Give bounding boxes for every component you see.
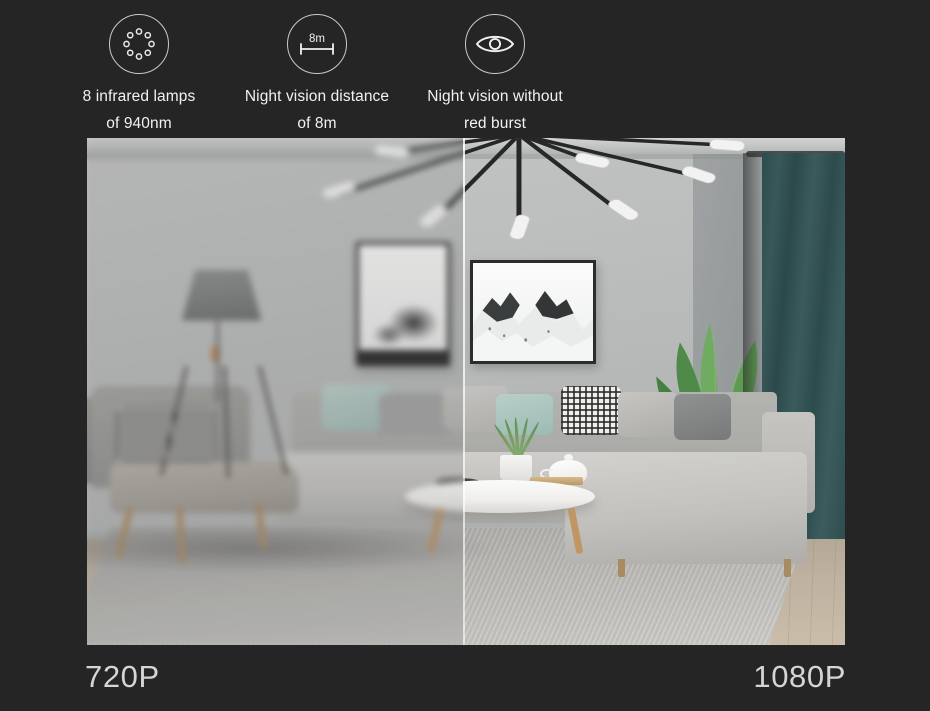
feature-item-infrared-lamps: 8 infrared lamps of 940nm bbox=[50, 14, 228, 137]
resolution-label-1080p: 1080P bbox=[753, 659, 846, 694]
sofa-chaise bbox=[564, 452, 808, 564]
feature-label-line2: of 8m bbox=[297, 115, 337, 132]
feature-label-line2: red burst bbox=[463, 115, 527, 132]
wall-art-frame-right bbox=[469, 259, 596, 364]
feature-item-night-vision-distance: 8m Night vision distance of 8m bbox=[228, 14, 406, 137]
comparison-divider-line bbox=[462, 138, 465, 645]
distance-ruler-icon: 8m bbox=[287, 14, 347, 74]
table-plant-leaves bbox=[490, 416, 543, 461]
feature-label-line1: Night vision distance bbox=[244, 88, 390, 105]
resolution-comparison-image bbox=[87, 138, 845, 645]
ruler-value-text: 8m bbox=[309, 33, 325, 45]
feature-highlights: 8 infrared lamps of 940nm 8m Night visio… bbox=[50, 14, 650, 136]
scene-720p-blurred bbox=[87, 138, 463, 645]
infrared-lamp-ring-icon bbox=[109, 14, 169, 74]
feature-label-line1: 8 infrared lamps bbox=[82, 88, 196, 105]
table-plant-pot bbox=[500, 454, 532, 482]
sofa-leg bbox=[617, 558, 625, 578]
sofa-leg bbox=[784, 558, 792, 578]
720p-quality-veil bbox=[87, 138, 463, 645]
eye-icon bbox=[465, 14, 525, 74]
wall-art-mountain-print bbox=[472, 262, 593, 361]
resolution-label-720p: 720P bbox=[85, 659, 160, 694]
pillow-dark-grey bbox=[674, 394, 732, 440]
feature-label-line1: Night vision without bbox=[427, 88, 563, 105]
pillow-checked bbox=[560, 386, 622, 435]
pillow-grey bbox=[617, 391, 679, 438]
feature-label-line2: of 940nm bbox=[106, 115, 172, 132]
feature-item-no-red-burst: Night vision without red burst bbox=[406, 14, 584, 137]
